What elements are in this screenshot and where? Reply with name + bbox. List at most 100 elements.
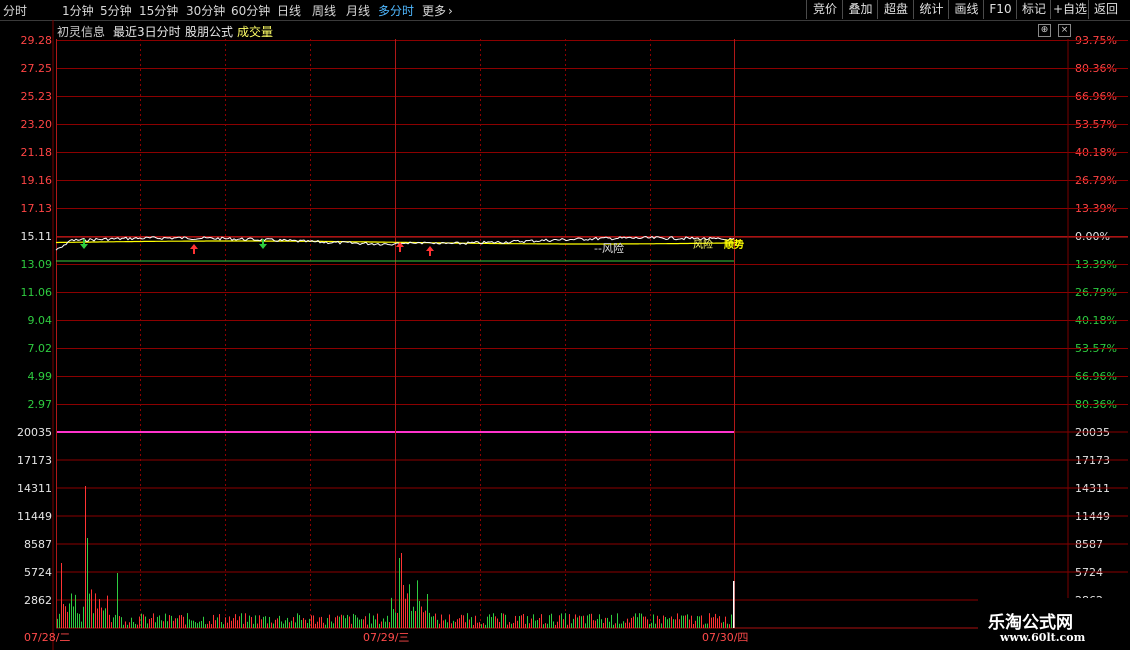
volume-bar <box>211 624 212 628</box>
volume-bar <box>587 615 588 628</box>
volume-bar <box>373 615 374 628</box>
volume-bar <box>613 624 614 628</box>
volume-bar <box>449 614 450 628</box>
volume-bar <box>555 624 556 628</box>
volume-bar <box>491 616 492 628</box>
volume-bar <box>535 620 536 628</box>
volume-bar <box>499 621 500 628</box>
volume-bar <box>425 610 426 628</box>
volume-bar <box>139 616 140 628</box>
volume-bar <box>709 613 710 628</box>
volume-bar <box>575 614 576 628</box>
volume-bar <box>621 623 622 628</box>
volume-bar <box>335 617 336 628</box>
volume-bar <box>365 616 366 628</box>
date-label: 07/30/四 <box>702 631 749 644</box>
volume-bar <box>267 623 268 628</box>
volume-bar <box>655 623 656 628</box>
sell-arrow-icon <box>80 239 88 249</box>
volume-bar <box>155 622 156 628</box>
volume-bar <box>589 614 590 628</box>
volume-bar <box>513 622 514 628</box>
volume-bar <box>89 593 90 628</box>
volume-bar <box>383 618 384 628</box>
volume-bar <box>291 620 292 628</box>
volume-bar <box>511 623 512 628</box>
volume-bar <box>527 616 528 628</box>
volume-bar <box>419 601 420 628</box>
volume-bar <box>593 620 594 628</box>
volume-bar <box>551 613 552 628</box>
intraday-chart[interactable] <box>0 0 1130 650</box>
date-label: 07/28/二 <box>24 631 71 644</box>
volume-bar <box>459 618 460 628</box>
volume-bar <box>725 616 726 628</box>
volume-bar <box>637 617 638 628</box>
volume-bar <box>231 620 232 628</box>
volume-bar <box>683 615 684 628</box>
volume-bar <box>505 614 506 628</box>
volume-bar <box>485 624 486 628</box>
volume-bar <box>391 597 392 628</box>
volume-bar <box>319 617 320 628</box>
volume-bar <box>67 611 68 628</box>
volume-bar <box>421 606 422 628</box>
volume-bar <box>169 615 170 628</box>
volume-bar <box>579 615 580 628</box>
volume-bar <box>605 617 606 628</box>
volume-bar <box>629 622 630 628</box>
volume-bar <box>417 580 418 628</box>
volume-bar <box>91 589 92 628</box>
volume-bar <box>301 619 302 628</box>
volume-bar <box>77 613 78 628</box>
watermark-name: 乐淘公式网 <box>988 613 1073 633</box>
volume-bar <box>277 618 278 628</box>
volume-bar <box>573 618 574 628</box>
volume-bar <box>311 615 312 628</box>
volume-bar <box>561 613 562 628</box>
volume-bar <box>141 613 142 628</box>
volume-bar <box>259 615 260 628</box>
volume-bar <box>615 623 616 628</box>
volume-bar <box>173 620 174 628</box>
volume-bar <box>121 617 122 628</box>
volume-bar <box>253 623 254 628</box>
volume-bar <box>585 623 586 628</box>
volume-bar <box>601 619 602 628</box>
volume-bar <box>617 613 618 628</box>
volume-bar <box>377 613 378 628</box>
volume-bar <box>689 619 690 628</box>
volume-bar <box>59 613 60 628</box>
volume-bar <box>387 615 388 628</box>
volume-bar <box>407 593 408 628</box>
volume-bar <box>647 619 648 628</box>
volume-bar <box>607 617 608 628</box>
volume-bar <box>719 616 720 628</box>
volume-bar <box>97 608 98 628</box>
volume-bar <box>481 624 482 628</box>
volume-bar <box>367 624 368 628</box>
volume-bar <box>341 614 342 628</box>
volume-bar <box>359 619 360 628</box>
volume-bar <box>567 624 568 628</box>
volume-bar <box>325 624 326 628</box>
volume-bar <box>533 614 534 628</box>
volume-bar <box>163 621 164 628</box>
volume-bar <box>243 623 244 628</box>
volume-bar <box>109 614 110 628</box>
volume-bar <box>217 617 218 628</box>
volume-bar <box>453 620 454 628</box>
volume-bar <box>487 616 488 628</box>
volume-bar <box>687 614 688 628</box>
volume-bar <box>413 606 414 628</box>
volume-bar <box>389 622 390 628</box>
volume-bar <box>195 622 196 628</box>
volume-bar <box>167 621 168 628</box>
volume-bar <box>675 619 676 628</box>
volume-bar <box>235 614 236 628</box>
volume-bar <box>437 619 438 628</box>
volume-bar <box>609 621 610 628</box>
volume-bar <box>219 614 220 628</box>
volume-bar <box>127 624 128 628</box>
volume-bar <box>339 616 340 628</box>
